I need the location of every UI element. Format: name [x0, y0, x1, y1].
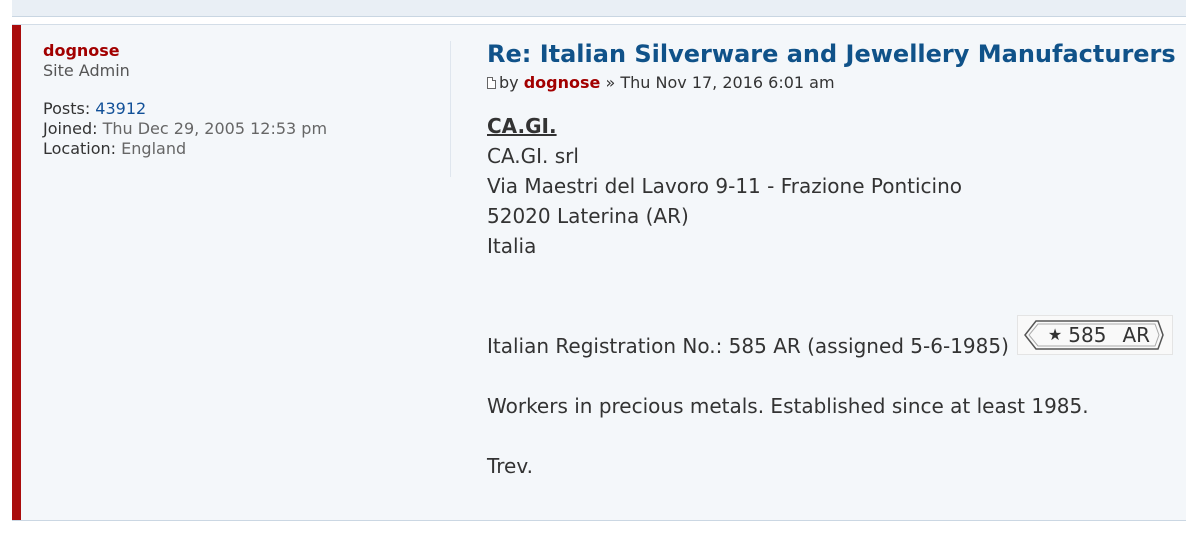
profile-location-label: Location: [43, 139, 117, 158]
profile-rank: Site Admin [43, 61, 130, 80]
hallmark-image: ★ 585 AR [1016, 315, 1174, 355]
post-body: Re: Italian Silverware and Jewellery Man… [487, 39, 1177, 481]
hallmark-star-icon: ★ [1047, 325, 1063, 344]
profile-posts-label: Posts: [43, 99, 91, 118]
profile-divider [450, 41, 451, 177]
address-line: 52020 Laterina (AR) [487, 204, 689, 228]
address-line: CA.GI. srl [487, 144, 579, 168]
profile-joined-value: Thu Dec 29, 2005 12:53 pm [102, 119, 328, 138]
company-heading: CA.GI. [487, 114, 557, 138]
post-accent-bar [12, 25, 21, 520]
registration-line: Italian Registration No.: 585 AR (assign… [487, 315, 1177, 361]
profile-joined-label: Joined: [43, 119, 98, 138]
post-date: Thu Nov 17, 2016 6:01 am [620, 73, 835, 92]
post-title-link[interactable]: Re: Italian Silverware and Jewellery Man… [487, 39, 1176, 69]
forum-post: dognose Site Admin Posts: 43912 Joined: … [12, 24, 1186, 521]
previous-post-strip [12, 0, 1186, 17]
post-profile: dognose Site Admin Posts: 43912 Joined: … [43, 41, 448, 159]
post-author-link[interactable]: dognose [524, 73, 601, 92]
profile-username-link[interactable]: dognose [43, 41, 120, 61]
author-by-label: by [499, 73, 519, 92]
author-separator: » [605, 73, 616, 92]
profile-joined: Joined: Thu Dec 29, 2005 12:53 pm [43, 119, 448, 139]
post-content: CA.GI. CA.GI. srl Via Maestri del Lavoro… [487, 111, 1177, 481]
post-icon[interactable] [487, 77, 496, 89]
profile-location: Location: England [43, 139, 448, 159]
registration-text: Italian Registration No.: 585 AR (assign… [487, 334, 1009, 358]
profile-posts: Posts: 43912 [43, 99, 448, 119]
post-author-line: by dognose » Thu Nov 17, 2016 6:01 am [487, 73, 1177, 93]
address-line: Via Maestri del Lavoro 9-11 - Frazione P… [487, 174, 962, 198]
hallmark-number: 585 [1068, 323, 1107, 347]
profile-location-value: England [121, 139, 187, 158]
post-description: Workers in precious metals. Established … [487, 394, 1089, 418]
profile-posts-count-link[interactable]: 43912 [95, 99, 146, 118]
hallmark-code: AR [1122, 323, 1151, 347]
post-signature: Trev. [487, 454, 534, 478]
hallmark-lozenge: ★ 585 AR [1023, 320, 1166, 350]
address-line: Italia [487, 234, 537, 258]
